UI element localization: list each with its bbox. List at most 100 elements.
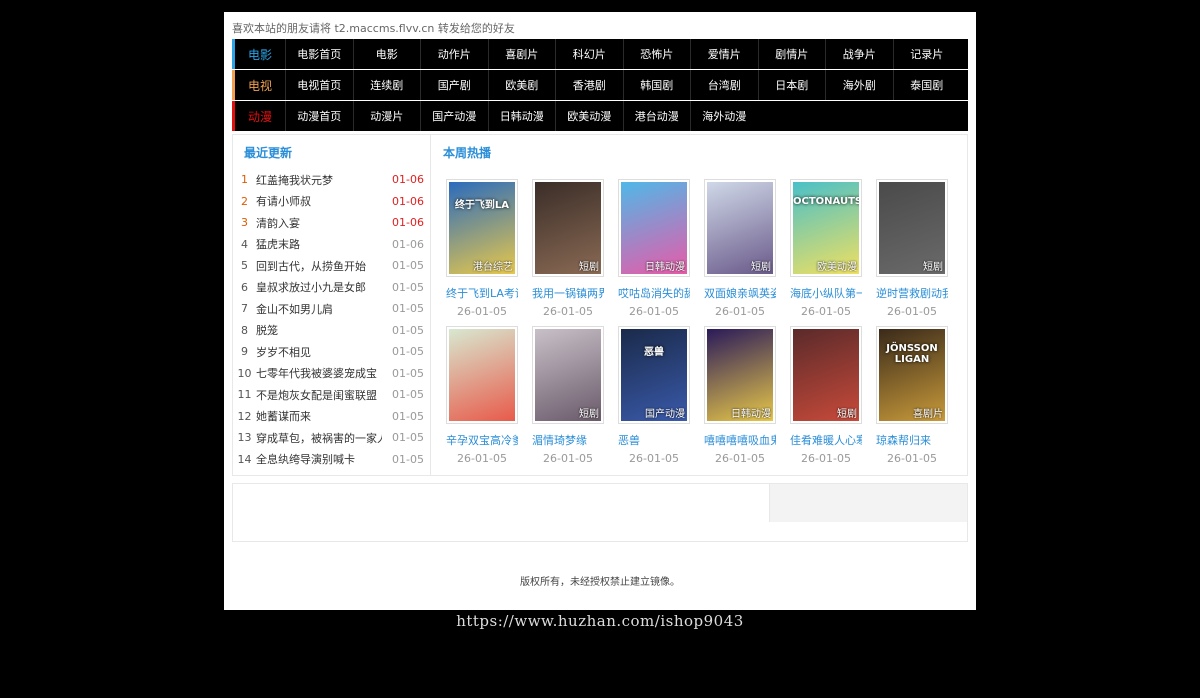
item-title-link[interactable]: 不是炮灰女配是闺蜜联盟 <box>256 387 382 403</box>
poster-thumbnail[interactable]: 恶兽 国产动漫 <box>618 326 690 424</box>
list-item[interactable]: 7 金山不如男儿肩 01-05 <box>233 298 431 320</box>
nav-category-movie[interactable]: 电影 <box>235 46 285 63</box>
video-title-link[interactable]: 辛孕双宝高冷爹地 <box>446 432 518 448</box>
video-card[interactable]: 辛孕双宝高冷爹地 26-01-05 <box>446 326 518 465</box>
poster-thumbnail[interactable]: 终于飞到LA 港台综艺 <box>446 179 518 277</box>
list-item[interactable]: 9 岁岁不相见 01-05 <box>233 341 431 363</box>
nav-item[interactable]: 电影 <box>352 39 421 69</box>
video-card[interactable]: 恶兽 国产动漫 恶兽 26-01-05 <box>618 326 690 465</box>
nav-row-movie: 电影 电影首页 电影 动作片 喜剧片 科幻片 恐怖片 爱情片 剧情片 战争片 记录片 <box>232 39 968 69</box>
poster-thumbnail[interactable]: 日韩动漫 <box>618 179 690 277</box>
item-title-link[interactable]: 脱笼 <box>256 322 382 338</box>
poster-thumbnail[interactable]: 短剧 <box>532 326 604 424</box>
nav-category-anime[interactable]: 动漫 <box>235 108 285 125</box>
nav-item[interactable]: 动漫首页 <box>285 101 353 131</box>
video-date: 26-01-05 <box>887 305 937 318</box>
video-title-link[interactable]: 终于飞到LA考语 <box>446 285 518 301</box>
list-item[interactable]: 5 回到古代，从捞鱼开始 01-05 <box>233 255 431 277</box>
video-card[interactable]: 短剧逆时营救剧动我乡 26-01-05 <box>876 179 948 318</box>
video-card[interactable]: 短剧 我用一锅镇两界 26-01-05 <box>532 179 604 318</box>
video-card[interactable]: 终于飞到LA 港台综艺 终于飞到LA考语 26-01-05 <box>446 179 518 318</box>
poster-thumbnail[interactable]: 短剧 <box>790 326 862 424</box>
nav-item[interactable]: 爱情片 <box>690 39 758 69</box>
video-title-link[interactable]: 琼森帮归来 <box>876 432 948 448</box>
video-card[interactable]: JÖNSSON LIGAN 喜剧片 琼森帮归来 26-01-05 <box>876 326 948 465</box>
nav-item[interactable]: 欧美剧 <box>487 70 556 100</box>
video-card[interactable]: 日韩动漫 嘻嘻嘻嘻吸血鬼 26-01-05 <box>704 326 776 465</box>
nav-item[interactable]: 国产剧 <box>420 70 488 100</box>
item-title-link[interactable]: 红盖掩我状元梦 <box>256 172 382 188</box>
nav-category-tv[interactable]: 电视 <box>235 77 285 94</box>
video-card[interactable]: 短剧 佳肴难暖人心寒 26-01-05 <box>790 326 862 465</box>
list-item[interactable]: 13 穿成草包，被祸害的一家人都 01-05 <box>233 427 431 449</box>
list-item[interactable]: 4 猛虎末路 01-06 <box>233 234 431 256</box>
list-item[interactable]: 3 清韵入宴 01-06 <box>233 212 431 234</box>
video-title-link[interactable]: 双面娘亲飒英姿 <box>704 285 776 301</box>
poster-thumbnail[interactable]: 短剧 <box>876 179 948 277</box>
nav-item[interactable]: 海外剧 <box>825 70 893 100</box>
video-title-link[interactable]: 嘻嘻嘻嘻吸血鬼 <box>704 432 776 448</box>
video-title-link[interactable]: 湄情琦梦缘 <box>532 432 604 448</box>
poster-thumbnail[interactable]: 短剧 <box>532 179 604 277</box>
nav-item[interactable]: 动漫片 <box>352 101 421 131</box>
nav-item[interactable]: 喜剧片 <box>487 39 556 69</box>
nav-item[interactable]: 连续剧 <box>352 70 421 100</box>
poster-thumbnail[interactable]: OCTONAUTS 欧美动漫 <box>790 179 862 277</box>
nav-item[interactable]: 电影首页 <box>285 39 353 69</box>
list-item[interactable]: 1 红盖掩我状元梦 01-06 <box>233 169 431 191</box>
nav-item[interactable]: 港台动漫 <box>622 101 691 131</box>
nav-item[interactable]: 战争片 <box>825 39 893 69</box>
list-item[interactable]: 11 不是炮灰女配是闺蜜联盟 01-05 <box>233 384 431 406</box>
item-title-link[interactable]: 她蓄谋而来 <box>256 408 382 424</box>
item-title-link[interactable]: 全息纨绔导演别喊卡 <box>256 451 382 467</box>
video-title-link[interactable]: 哎咕岛消失的舔甜 <box>618 285 690 301</box>
nav-item[interactable]: 香港剧 <box>555 70 623 100</box>
poster-category-tag: 日韩动漫 <box>645 262 685 273</box>
poster-thumbnail[interactable]: JÖNSSON LIGAN 喜剧片 <box>876 326 948 424</box>
item-title-link[interactable]: 金山不如男儿肩 <box>256 301 382 317</box>
item-title-link[interactable]: 穿成草包，被祸害的一家人都 <box>256 430 382 446</box>
list-item[interactable]: 12 她蓄谋而来 01-05 <box>233 406 431 428</box>
item-title-link[interactable]: 岁岁不相见 <box>256 344 382 360</box>
poster-thumbnail[interactable]: 短剧 <box>704 179 776 277</box>
list-item[interactable]: 2 有请小师叔 01-06 <box>233 191 431 213</box>
video-title-link[interactable]: 逆时营救剧动我乡 <box>876 285 948 301</box>
item-title-link[interactable]: 猛虎末路 <box>256 236 382 252</box>
video-title-link[interactable]: 我用一锅镇两界 <box>532 285 604 301</box>
nav-item[interactable]: 科幻片 <box>555 39 623 69</box>
nav-item[interactable]: 动作片 <box>420 39 488 69</box>
video-title-link[interactable]: 恶兽 <box>618 432 690 448</box>
nav-item[interactable]: 欧美动漫 <box>555 101 623 131</box>
nav-item[interactable]: 台湾剧 <box>690 70 758 100</box>
nav-item[interactable]: 恐怖片 <box>622 39 691 69</box>
list-item[interactable]: 8 脱笼 01-05 <box>233 320 431 342</box>
list-item[interactable]: 14 全息纨绔导演别喊卡 01-05 <box>233 449 431 471</box>
video-card[interactable]: 短剧 双面娘亲飒英姿 26-01-05 <box>704 179 776 318</box>
nav-item[interactable]: 日本剧 <box>757 70 826 100</box>
poster-thumbnail[interactable]: 日韩动漫 <box>704 326 776 424</box>
nav-item[interactable]: 国产动漫 <box>420 101 488 131</box>
nav-item[interactable]: 记录片 <box>892 39 961 69</box>
nav-item[interactable]: 电视首页 <box>285 70 353 100</box>
item-title-link[interactable]: 七零年代我被婆婆宠成宝 <box>256 365 382 381</box>
rank-number: 6 <box>241 280 248 294</box>
list-item[interactable]: 10 七零年代我被婆婆宠成宝 01-05 <box>233 363 431 385</box>
nav-item[interactable]: 海外动漫 <box>690 101 758 131</box>
nav-item[interactable]: 泰国剧 <box>892 70 961 100</box>
item-title-link[interactable]: 皇叔求放过小九是女郎 <box>256 279 382 295</box>
video-card[interactable]: OCTONAUTS 欧美动漫海底小纵队第一季 26-01-05 <box>790 179 862 318</box>
poster-thumbnail[interactable] <box>446 326 518 424</box>
item-date: 01-06 <box>392 173 424 187</box>
item-title-link[interactable]: 回到古代，从捞鱼开始 <box>256 258 382 274</box>
nav-item[interactable]: 日韩动漫 <box>487 101 556 131</box>
nav-item[interactable]: 韩国剧 <box>622 70 691 100</box>
item-title-link[interactable]: 有请小师叔 <box>256 193 382 209</box>
video-title-link[interactable]: 海底小纵队第一季 <box>790 285 862 301</box>
list-item[interactable]: 6 皇叔求放过小九是女郎 01-05 <box>233 277 431 299</box>
item-title-link[interactable]: 清韵入宴 <box>256 215 382 231</box>
video-title-link[interactable]: 佳肴难暖人心寒 <box>790 432 862 448</box>
video-card[interactable]: 短剧 湄情琦梦缘 26-01-05 <box>532 326 604 465</box>
nav-item[interactable]: 剧情片 <box>757 39 826 69</box>
video-card[interactable]: 日韩动漫哎咕岛消失的舔甜 26-01-05 <box>618 179 690 318</box>
welcome-text: 喜欢本站的朋友请将 t2.maccms.flvv.cn 转发给您的好友 <box>232 22 515 35</box>
